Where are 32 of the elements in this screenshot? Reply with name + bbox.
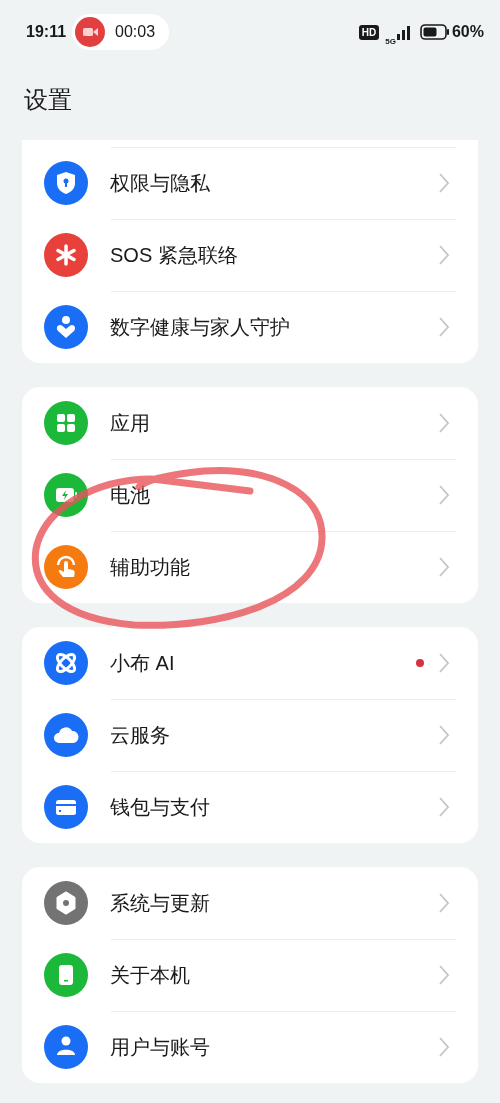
- chevron-icon: [438, 724, 450, 746]
- video-camera-icon: [75, 17, 106, 47]
- setting-label[interactable]: 小布 AI: [110, 649, 416, 677]
- chevron-icon: [438, 316, 450, 338]
- setting-label[interactable]: 关于本机: [110, 961, 438, 989]
- status-time: 19:11: [26, 23, 67, 41]
- setting-label[interactable]: 钱包与支付: [110, 793, 438, 821]
- setting-label[interactable]: 用户与账号: [110, 1033, 438, 1061]
- chevron-icon: [438, 964, 450, 986]
- chevron-icon: [438, 412, 450, 434]
- chevron-icon: [438, 172, 450, 194]
- chevron-icon: [438, 1036, 450, 1058]
- setting-label[interactable]: 应用: [110, 409, 438, 437]
- setting-label[interactable]: 数字健康与家人守护: [110, 313, 438, 341]
- chevron-icon: [438, 796, 450, 818]
- recording-pill[interactable]: 00:03: [72, 14, 170, 50]
- setting-label[interactable]: 辅助功能: [110, 553, 438, 581]
- page-title: 设置: [23, 85, 73, 115]
- setting-label[interactable]: SOS 紧急联络: [110, 241, 438, 269]
- setting-label[interactable]: 系统与更新: [110, 889, 438, 917]
- chevron-icon: [438, 892, 450, 914]
- battery-percent: 60%: [451, 23, 484, 41]
- chevron-icon: [438, 484, 450, 506]
- setting-label[interactable]: 云服务: [110, 721, 438, 749]
- hd-badge: HD: [358, 24, 380, 40]
- chevron-icon: [438, 652, 450, 674]
- battery-icon: [419, 24, 450, 40]
- chevron-icon: [438, 244, 450, 266]
- setting-label[interactable]: 权限与隐私: [110, 169, 438, 197]
- network-type: 5G: [385, 36, 396, 46]
- setting-label[interactable]: 电池: [110, 481, 438, 509]
- chevron-icon: [438, 556, 450, 578]
